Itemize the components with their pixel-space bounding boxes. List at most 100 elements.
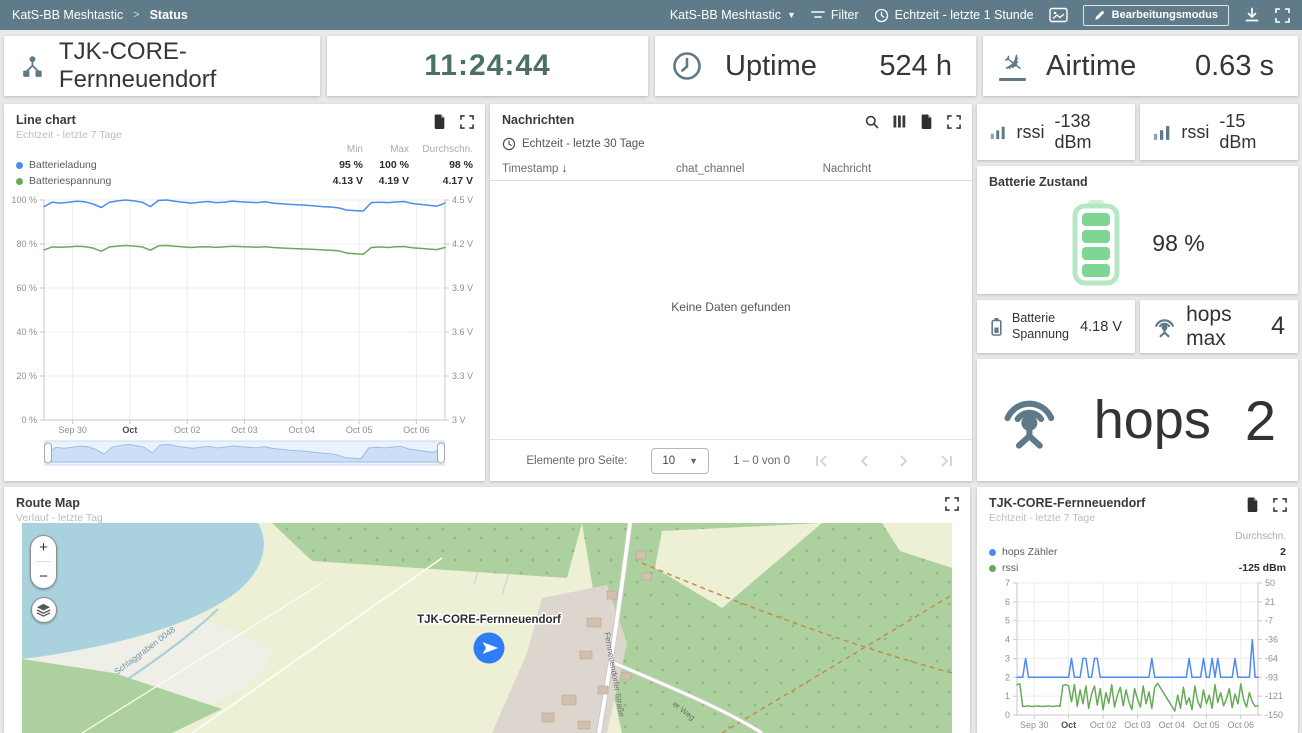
panel-airtime: ✈ Airtime 0.63 s <box>983 36 1298 96</box>
clock-icon <box>502 137 516 151</box>
chevron-down-icon: ▼ <box>689 456 698 466</box>
panel-fullscreen-icon[interactable] <box>460 115 474 129</box>
map-canvas[interactable]: Schlaggraben 0048 Fernneuendorfer Straße… <box>22 523 952 733</box>
svg-text:4.5 V: 4.5 V <box>452 195 473 205</box>
edit-mode-button[interactable]: Bearbeitungsmodus <box>1083 5 1229 26</box>
svg-text:Oct 05: Oct 05 <box>1193 720 1220 730</box>
map-layers-button[interactable] <box>31 597 57 623</box>
battery-line-chart[interactable]: Sep 30OctOct 02Oct 03Oct 04Oct 05Oct 061… <box>8 194 481 436</box>
clock-value: 11:24:44 <box>424 49 550 83</box>
breadcrumb-current: Status <box>150 8 188 22</box>
svg-text:Sep 30: Sep 30 <box>58 425 87 435</box>
legend-row-batteriespannung[interactable]: Batteriespannung 4.13 V 4.19 V 4.17 V <box>16 173 473 189</box>
svg-text:20 %: 20 % <box>16 371 37 381</box>
clock-icon <box>874 8 889 23</box>
prev-page-icon[interactable] <box>859 454 869 468</box>
battery-voltage-value: 4.18 V <box>1080 319 1122 335</box>
uptime-label: Uptime <box>725 50 817 83</box>
panel-fullscreen-icon[interactable] <box>1273 498 1287 512</box>
svg-text:1: 1 <box>1005 691 1010 701</box>
network-node-icon <box>20 52 45 81</box>
column-chat-channel[interactable]: chat_channel <box>676 163 823 175</box>
messages-table-header: Timestamp ↓ chat_channel Nachricht <box>490 157 972 181</box>
page-size-select[interactable]: 10 ▼ <box>651 448 709 474</box>
svg-text:80 %: 80 % <box>16 239 37 249</box>
airtime-label: Airtime <box>1046 50 1136 83</box>
report-image-icon[interactable] <box>1049 7 1068 23</box>
svg-text:0 %: 0 % <box>21 415 37 425</box>
zoom-in-button[interactable]: + <box>39 539 48 556</box>
svg-text:Oct: Oct <box>1061 720 1076 730</box>
panel-node-chart: TJK-CORE-Fernneuendorf Echtzeit - letzte… <box>977 487 1298 733</box>
chart-range-selector[interactable] <box>44 440 445 466</box>
rssi-value: -138 dBm <box>1054 111 1122 153</box>
breadcrumb-separator: > <box>133 9 139 21</box>
panel-hops: hops 2 <box>977 359 1298 481</box>
column-nachricht[interactable]: Nachricht <box>823 163 960 175</box>
filter-control[interactable]: Filter <box>811 8 859 22</box>
rssi-label: rssi <box>1016 122 1044 143</box>
legend-row-rssi[interactable]: rssi -125 dBm <box>989 560 1286 576</box>
map-tiles: Schlaggraben 0048 Fernneuendorfer Straße… <box>22 523 952 733</box>
pencil-icon <box>1094 9 1106 21</box>
first-page-icon[interactable] <box>814 454 829 468</box>
series-dot-blue <box>989 549 996 556</box>
time-range-picker[interactable]: Echtzeit - letzte 1 Stunde <box>874 8 1034 23</box>
panel-messages: Nachrichten Echtzeit - letzte 30 Tage Ti… <box>490 104 972 481</box>
map-marker-label: TJK-CORE-Fernneuendorf <box>417 614 561 626</box>
hops-rssi-chart[interactable]: Sep 30OctOct 02Oct 03Oct 04Oct 05Oct 067… <box>981 577 1294 731</box>
download-icon[interactable] <box>1244 7 1260 23</box>
svg-text:4: 4 <box>1005 635 1010 645</box>
svg-text:3.6 V: 3.6 V <box>452 327 473 337</box>
filter-label: Filter <box>831 8 859 22</box>
svg-text:Oct 03: Oct 03 <box>231 425 258 435</box>
page-range-text: 1 – 0 von 0 <box>733 455 790 467</box>
export-file-icon[interactable] <box>1246 497 1259 512</box>
svg-text:21: 21 <box>1265 597 1275 607</box>
legend-row-hops[interactable]: hops Zähler 2 <box>989 544 1286 560</box>
svg-text:Oct 04: Oct 04 <box>289 425 316 435</box>
svg-text:50: 50 <box>1265 578 1275 588</box>
legend-row-batterieladung[interactable]: Batterieladung 95 % 100 % 98 % <box>16 157 473 173</box>
rssi-label: rssi <box>1181 122 1209 143</box>
column-timestamp[interactable]: Timestamp ↓ <box>502 163 676 175</box>
panel-fullscreen-icon[interactable] <box>945 497 959 511</box>
zoom-out-button[interactable]: − <box>39 568 48 585</box>
svg-text:Oct 02: Oct 02 <box>174 425 201 435</box>
dashboard-variable-selector[interactable]: KatS-BB Meshtastic ▼ <box>670 8 796 22</box>
edit-mode-label: Bearbeitungsmodus <box>1112 9 1218 21</box>
messages-time-range[interactable]: Echtzeit - letzte 30 Tage <box>490 129 972 157</box>
svg-text:Oct 02: Oct 02 <box>1090 720 1117 730</box>
last-page-icon[interactable] <box>939 454 954 468</box>
panel-battery-state: Batterie Zustand 98 % <box>977 166 1298 294</box>
svg-text:5: 5 <box>1005 616 1010 626</box>
export-file-icon[interactable] <box>433 114 446 129</box>
panel-line-chart: Line chart Echtzeit - letzte 7 Tage Min … <box>4 104 485 481</box>
uptime-clock-icon <box>671 50 703 82</box>
hops-value: 2 <box>1245 388 1276 453</box>
svg-text:2: 2 <box>1005 672 1010 682</box>
export-file-icon[interactable] <box>920 114 933 129</box>
empty-state-text: Keine Daten gefunden <box>490 300 972 314</box>
fullscreen-icon[interactable] <box>1275 8 1290 23</box>
line-chart-subtitle: Echtzeit - letzte 7 Tage <box>16 129 473 141</box>
svg-text:60 %: 60 % <box>16 283 37 293</box>
hops-label: hops <box>1094 389 1211 451</box>
line-chart-title: Line chart <box>16 113 473 127</box>
svg-text:-36: -36 <box>1265 635 1278 645</box>
columns-icon[interactable] <box>893 115 906 128</box>
battery-state-title: Batterie Zustand <box>989 175 1286 189</box>
battery-icon <box>1070 200 1122 286</box>
rssi-value: -15 dBm <box>1219 111 1285 153</box>
next-page-icon[interactable] <box>899 454 909 468</box>
svg-text:Oct 06: Oct 06 <box>1228 720 1255 730</box>
node-marker[interactable] <box>474 633 505 664</box>
panel-fullscreen-icon[interactable] <box>947 115 961 129</box>
node-name-value: TJK-CORE-Fernneuendorf <box>59 38 304 94</box>
breadcrumb-root[interactable]: KatS-BB Meshtastic <box>12 8 123 22</box>
search-icon[interactable] <box>865 115 879 129</box>
series-dot-green <box>989 565 996 572</box>
svg-text:3 V: 3 V <box>452 415 466 425</box>
battery-state-value: 98 % <box>1152 230 1204 257</box>
filter-icon <box>811 9 825 21</box>
